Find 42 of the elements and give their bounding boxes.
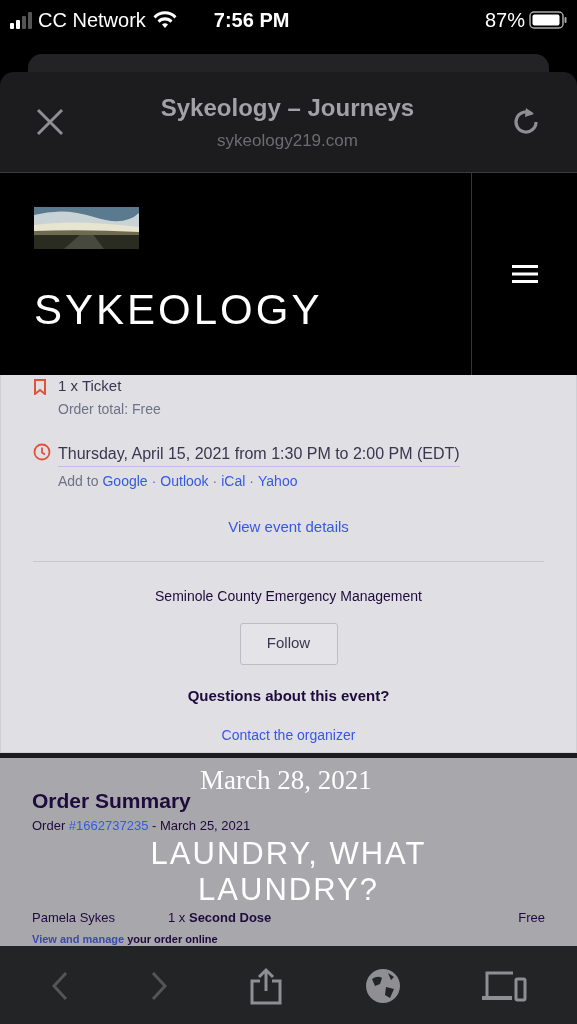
devices-icon[interactable] [481, 969, 528, 1002]
separator-dot: · [249, 472, 255, 491]
event-details-link[interactable]: View event details [228, 516, 349, 539]
order-number-link[interactable]: #1662737235 [68, 818, 149, 833]
carrier-name: CC Network [38, 8, 146, 33]
calendar-link[interactable]: Yahoo [258, 471, 298, 492]
globe-icon[interactable] [363, 966, 402, 1005]
page-title: Sykeology – Journeys [160, 93, 415, 124]
attendee-name: Pamela Sykes [32, 910, 117, 926]
order-number-line: Order #1662737235 - March 25, 2021 [32, 818, 251, 834]
ticket-price: Free [518, 910, 545, 926]
bookmark-icon [33, 379, 47, 395]
battery-percent: 87% [484, 8, 525, 33]
manage-order-text: View and manage your order online [32, 932, 218, 946]
follow-button[interactable]: Follow [239, 622, 338, 665]
organizer-name: Seminole County Emergency Management [155, 586, 422, 606]
ticket-quantity: 1 x Ticket [58, 377, 123, 395]
calendar-link[interactable]: iCal [221, 471, 246, 492]
post-date: March 28, 2021 [200, 764, 372, 796]
separator-dot: · [151, 472, 157, 491]
calendar-link[interactable]: Google [102, 471, 148, 492]
page-url: sykeology219.com [217, 130, 358, 153]
contact-organizer-link[interactable]: Contact the organizer [221, 725, 356, 746]
site-logo[interactable]: SYKEOLOGY [34, 289, 471, 331]
menu-icon[interactable] [511, 264, 538, 284]
close-icon[interactable] [34, 106, 66, 138]
order-total: Order total: Free [58, 400, 161, 419]
battery-icon [529, 10, 569, 30]
separator-dot: · [212, 472, 218, 491]
post-title[interactable]: LAUNDRY, WHAT LAUNDRY? [78, 836, 499, 908]
clock-icon [33, 443, 51, 461]
ticket-item: 1 x Second Dose [168, 910, 272, 926]
wifi-icon [151, 10, 178, 30]
manage-order-link[interactable]: View and manage [32, 933, 125, 945]
signal-icon [8, 11, 34, 29]
calendar-link[interactable]: Outlook [160, 471, 209, 492]
add-to-label: Add to [58, 472, 99, 491]
order-summary-heading: Order Summary [32, 788, 192, 814]
share-icon[interactable] [248, 966, 285, 1005]
event-date-time: Thursday, April 15, 2021 from 1:30 PM to 2:00 PM (EDT) [58, 442, 460, 467]
clock-time: 7:56 PM [213, 8, 290, 33]
questions-heading: Questions about this event? [187, 685, 390, 706]
